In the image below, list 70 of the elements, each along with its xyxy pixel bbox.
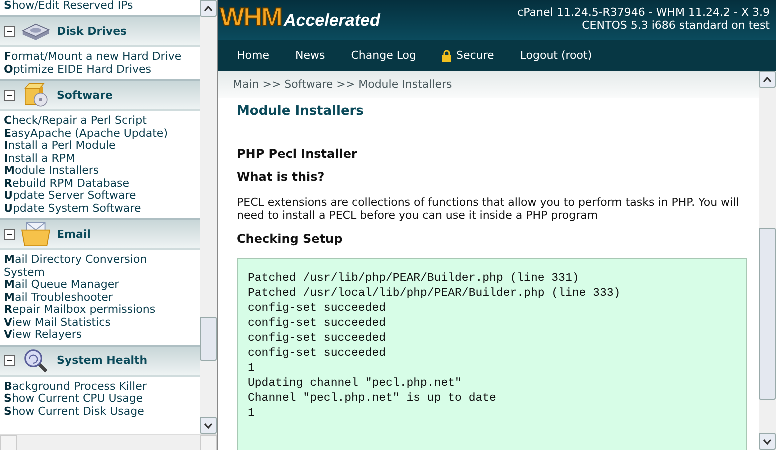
sidebar-link[interactable]: Optimize EIDE Hard Drives xyxy=(4,64,184,76)
sidebar-link[interactable]: Mail Troubleshooter xyxy=(4,292,184,304)
subheading: What is this? xyxy=(237,170,326,184)
section-header[interactable]: Software xyxy=(0,79,200,111)
output-line: Patched /usr/local/lib/php/PEAR/Builder.php (line 333) xyxy=(248,286,622,301)
sidebar-link[interactable]: Check/Repair a Perl Script xyxy=(4,115,184,128)
sidebar-link[interactable]: Update Server Software xyxy=(4,190,184,202)
collapse-toggle[interactable] xyxy=(4,355,15,366)
scroll-thumb[interactable] xyxy=(759,228,776,400)
sidebar-link[interactable]: Background Process Killer xyxy=(4,380,184,393)
scroll-up-button[interactable] xyxy=(200,0,217,17)
output-line: config-set succeeded xyxy=(248,301,388,316)
content-scrollbar[interactable] xyxy=(759,71,776,450)
section-header[interactable]: System Health xyxy=(0,344,200,376)
caret-up-icon xyxy=(763,76,772,82)
whm-logo: WHMAccelerated xyxy=(220,2,380,33)
sidebar-link[interactable]: Update System Software xyxy=(4,202,184,215)
sidebar-link[interactable]: Show/Edit Reserved IPs xyxy=(0,0,200,12)
horizontal-scrollbar[interactable] xyxy=(0,434,217,450)
output-line: config-set succeeded xyxy=(248,331,388,346)
caret-up-icon xyxy=(204,6,213,12)
description-text: PECL extensions are collections of functions that allow you to perform tasks in PHP. You will need to install a PECL before you can use it inside a PHP program xyxy=(237,196,740,222)
section-title: System Health xyxy=(57,354,148,367)
mail-folder-icon xyxy=(21,221,51,247)
nav-link[interactable]: Logout (root) xyxy=(507,49,606,62)
nav-link[interactable]: Secure xyxy=(429,49,508,62)
output-line: config-set succeeded xyxy=(248,346,388,361)
collapse-toggle[interactable] xyxy=(4,26,15,36)
sidebar-link[interactable]: Format/Mount a new Hard Drive xyxy=(4,51,184,64)
sidebar-link[interactable]: Module Installers xyxy=(4,165,184,178)
caret-down-icon xyxy=(763,438,772,444)
nav-link[interactable]: Home xyxy=(224,49,282,62)
nav-link[interactable]: Change Log xyxy=(338,49,430,62)
sidebar-link[interactable]: Show Current Disk Usage xyxy=(4,406,184,418)
sidebar-link[interactable]: Install a Perl Module xyxy=(4,140,184,152)
scroll-down-button[interactable] xyxy=(759,433,776,450)
page-title: Module Installers xyxy=(237,104,365,119)
version-text: cPanel 11.24.5-R37946 - WHM 11.24.2 - X 3.9 xyxy=(518,6,770,19)
nav-link[interactable]: News xyxy=(282,49,338,62)
scroll-thumb[interactable] xyxy=(200,317,217,361)
output-line: 1 xyxy=(248,406,256,421)
section-title: Disk Drives xyxy=(57,24,128,38)
output-line: 1 xyxy=(248,361,256,376)
section-title: Software xyxy=(57,88,113,102)
subheading: Checking Setup xyxy=(237,232,344,246)
sidebar-link[interactable]: Rebuild RPM Database xyxy=(4,178,184,190)
output-line: Updating channel "pecl.php.net" xyxy=(248,376,463,391)
scroll-down-button[interactable] xyxy=(200,417,217,434)
scroll-up-button[interactable] xyxy=(759,71,776,88)
output-line: Channel "pecl.php.net" is up to date xyxy=(248,391,498,406)
caret-down-icon xyxy=(204,422,213,428)
sidebar-link[interactable]: EasyApache (Apache Update) xyxy=(4,128,184,140)
collapse-toggle[interactable] xyxy=(4,90,15,100)
sidebar-link[interactable]: View Mail Statistics xyxy=(4,316,184,329)
sidebar-link[interactable]: Install a RPM xyxy=(4,152,184,165)
output-line: config-set succeeded xyxy=(248,316,388,331)
collapse-toggle[interactable] xyxy=(4,228,15,240)
lock-icon xyxy=(442,50,452,62)
section-title: Email xyxy=(57,228,91,240)
sidebar-link[interactable]: Show Current CPU Usage xyxy=(4,393,184,406)
section-heading: PHP Pecl Installer xyxy=(237,147,358,161)
sidebar-link[interactable]: Mail Queue Manager xyxy=(4,279,184,292)
sidebar-link[interactable]: Repair Mailbox permissions xyxy=(4,304,184,316)
sidebar-scrollbar[interactable] xyxy=(200,0,217,434)
system-text: CENTOS 5.3 i686 standard on test xyxy=(581,19,770,32)
breadcrumb: Main >> Software >> Module Installers xyxy=(233,78,452,91)
section-header[interactable]: Disk Drives xyxy=(0,15,200,47)
output-line: Patched /usr/lib/php/PEAR/Builder.php (line 331) xyxy=(248,271,580,286)
section-header[interactable]: Email xyxy=(0,218,200,250)
sidebar-link[interactable]: View Relayers xyxy=(4,329,184,342)
